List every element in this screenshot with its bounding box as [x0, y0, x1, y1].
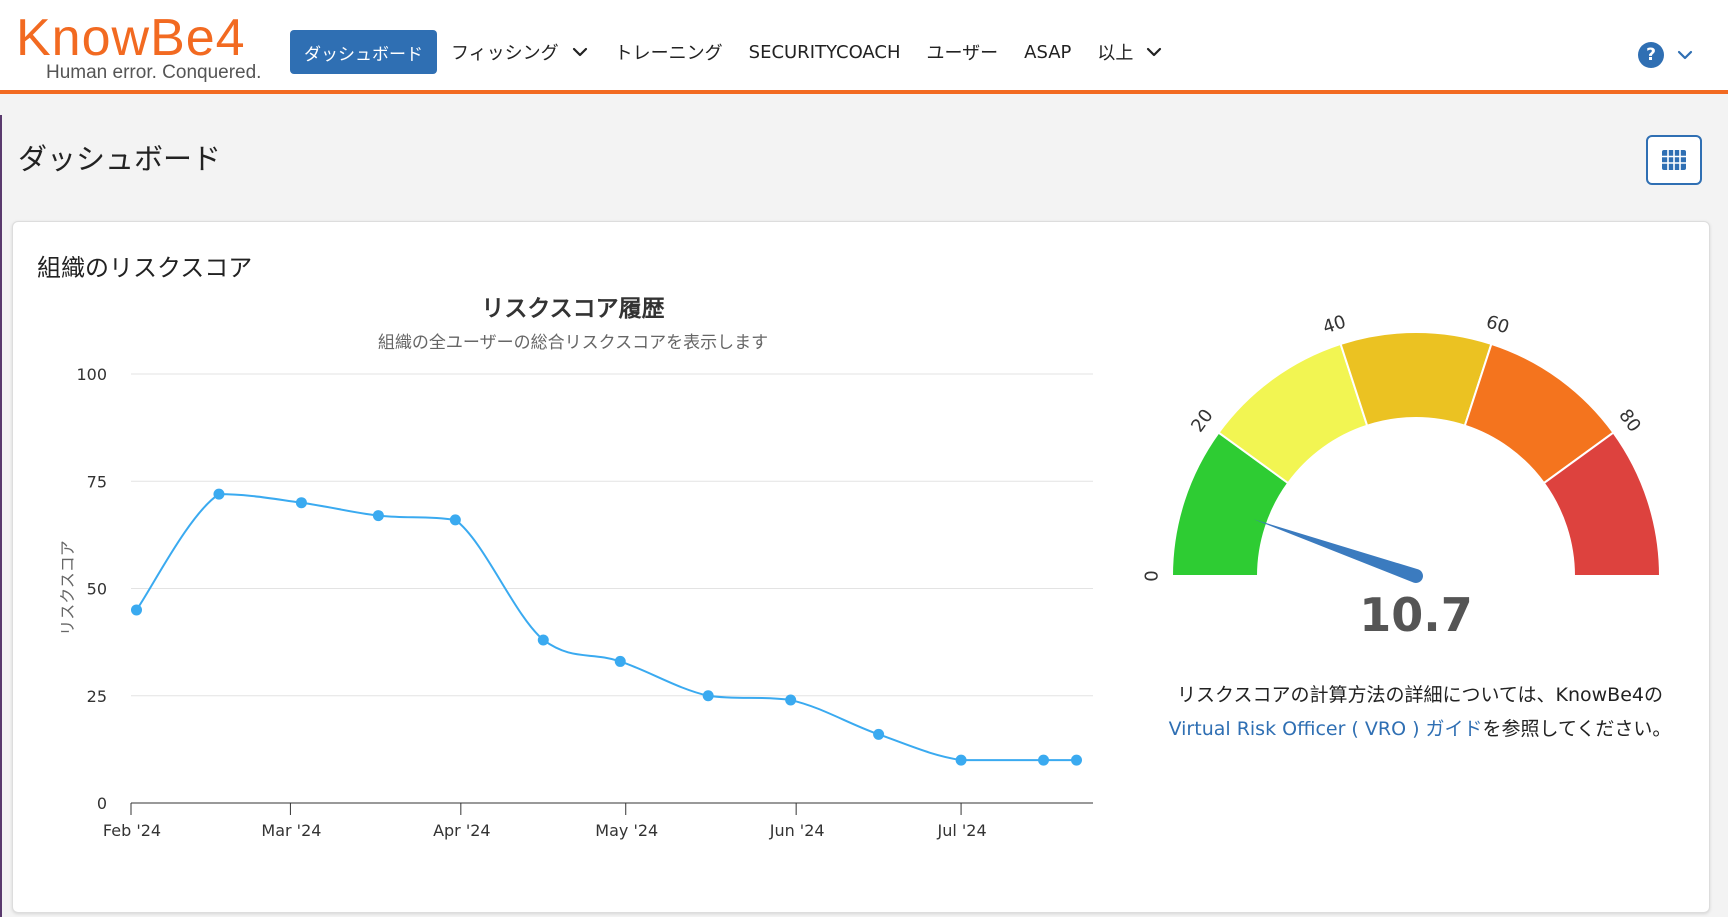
logo-tagline: Human error. Conquered.	[46, 62, 262, 83]
knowbe4-logo[interactable]: KnowBe4 Human error. Conquered.	[16, 9, 276, 83]
left-edge-accent	[0, 115, 2, 917]
chevron-down-icon	[572, 47, 587, 57]
top-navbar: KnowBe4 Human error. Conquered. ダッシュボード …	[0, 0, 1728, 94]
card-title: 組織のリスクスコア	[37, 254, 253, 282]
chevron-down-icon[interactable]	[1676, 46, 1694, 64]
gauge-tick-label: 20	[1187, 405, 1217, 436]
nav-item-label: ダッシュボード	[304, 44, 423, 65]
grid-view-button[interactable]	[1646, 135, 1702, 185]
nav-item-label: フィッシング	[451, 43, 559, 64]
gauge-value: 10.7	[1359, 588, 1473, 642]
nav-item-more[interactable]: 以上	[1097, 30, 1163, 74]
grid-icon	[1662, 150, 1686, 170]
logo-wordmark: KnowBe4	[16, 9, 246, 67]
nav-item-phishing[interactable]: フィッシング	[451, 30, 589, 74]
gauge-needle	[1253, 519, 1423, 583]
nav-item-securitycoach[interactable]: SECURITYCOACH	[749, 30, 901, 74]
nav-item-label: SECURITYCOACH	[748, 41, 901, 63]
nav-item-dashboard[interactable]: ダッシュボード	[290, 30, 437, 74]
nav-item-label: 以上	[1097, 43, 1134, 64]
gauge-tick-label: 40	[1320, 311, 1348, 338]
gauge-desc-text: リスクスコアの計算方法の詳細については、KnowBe4の	[1177, 684, 1663, 706]
gauge-tick-label: 100	[1670, 559, 1671, 593]
gauge-desc-text-end: を参照してください。	[1482, 718, 1672, 740]
main-nav: ダッシュボード フィッシング トレーニング SECURITYCOACH ユーザー…	[290, 30, 1189, 74]
page-title: ダッシュボード	[18, 142, 222, 176]
nav-item-asap[interactable]: ASAP	[1024, 30, 1071, 74]
nav-item-label: ユーザー	[926, 43, 999, 64]
risk-gauge: 0 20 40 60 80 100	[1142, 311, 1671, 593]
gauge-description: リスクスコアの計算方法の詳細については、KnowBe4の Virtual Ris…	[1120, 678, 1720, 746]
gauge-tick-label: 60	[1483, 311, 1511, 338]
gauge-tick-label: 80	[1614, 405, 1644, 436]
help-icon[interactable]: ?	[1638, 42, 1664, 68]
nav-item-label: トレーニング	[614, 43, 723, 64]
chevron-down-icon	[1147, 47, 1162, 57]
vro-guide-link[interactable]: Virtual Risk Officer ( VRO ) ガイド	[1169, 718, 1483, 740]
gauge-tick-label: 0	[1142, 570, 1163, 581]
nav-item-users[interactable]: ユーザー	[927, 30, 999, 74]
nav-item-training[interactable]: トレーニング	[615, 30, 723, 74]
nav-item-label: ASAP	[1024, 41, 1072, 63]
